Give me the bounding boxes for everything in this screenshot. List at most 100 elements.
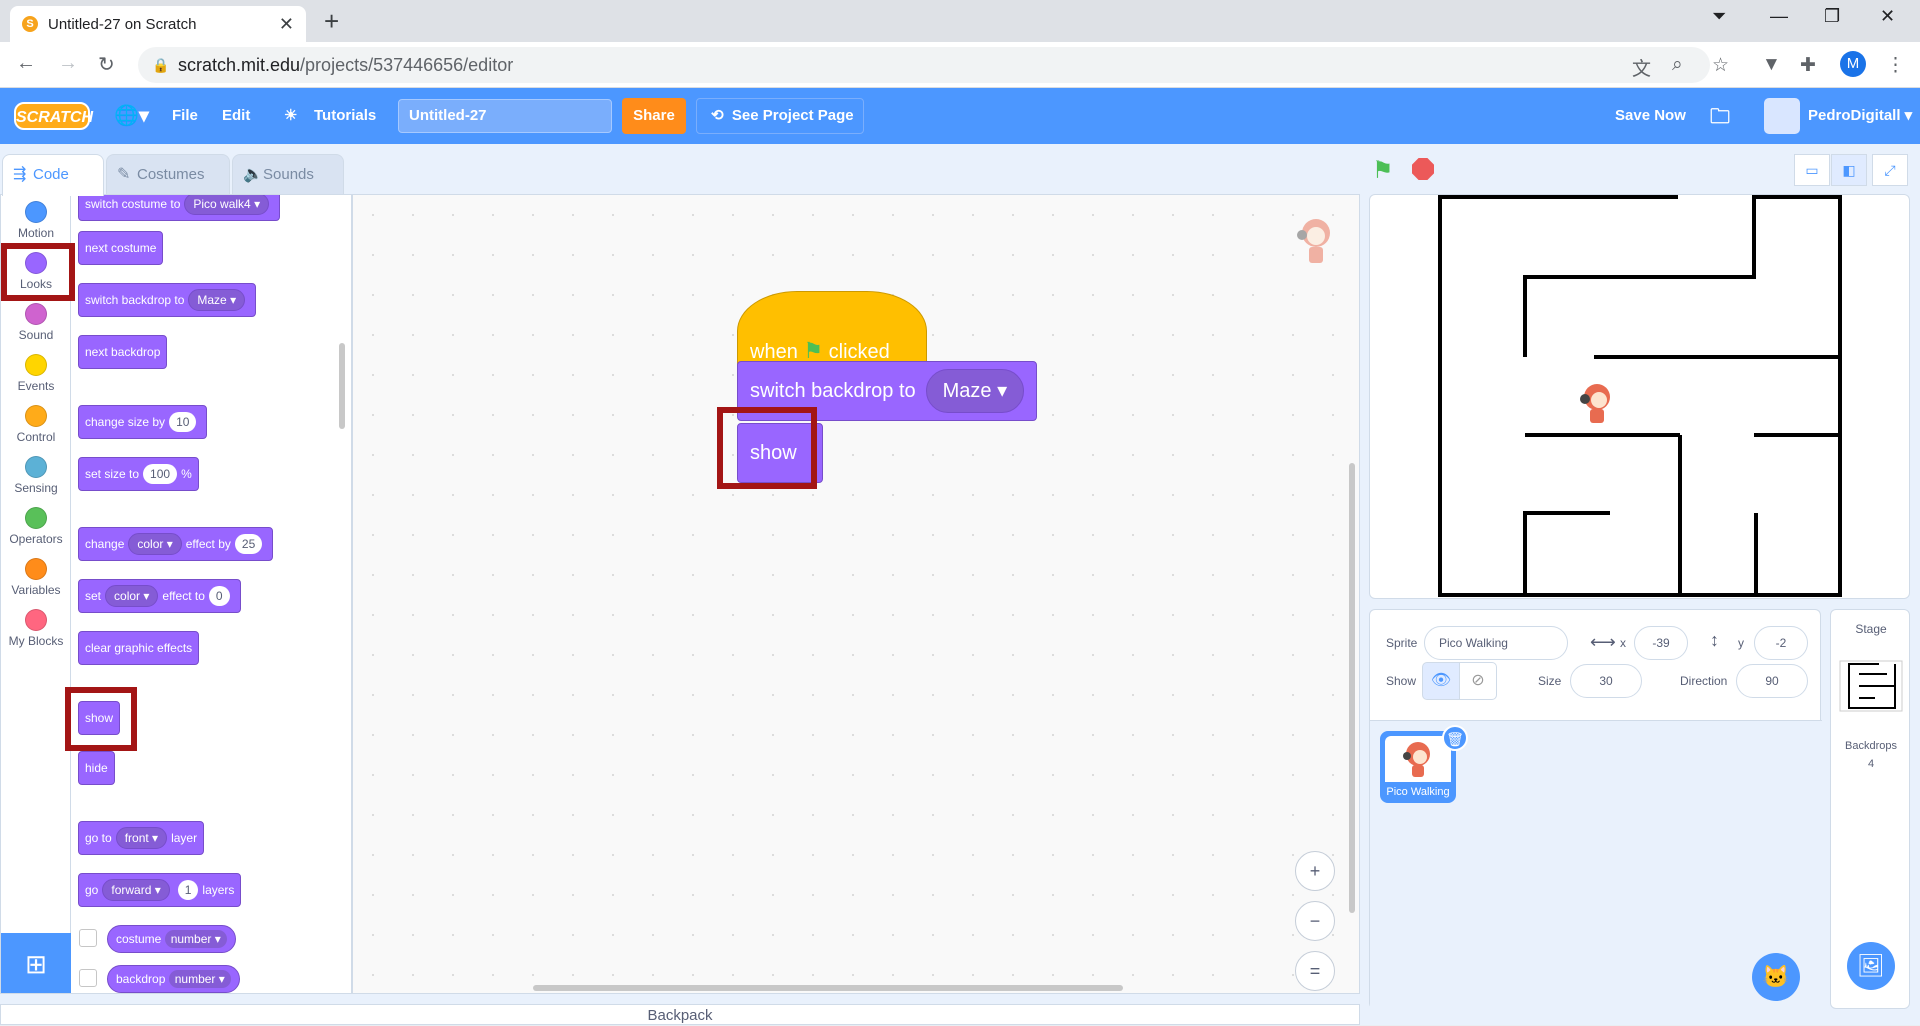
effect-to-input[interactable]: 0 <box>208 586 230 606</box>
y-input[interactable]: -2 <box>1754 626 1808 660</box>
see-project-page-button[interactable]: ⟲ See Project Page <box>696 98 864 134</box>
backdrop-number-dropdown[interactable]: number ▾ <box>168 970 231 988</box>
maximize-icon[interactable]: ❐ <box>1824 6 1840 27</box>
effect-by-input[interactable]: 25 <box>234 534 263 554</box>
browser-menu-icon[interactable]: ⋮ <box>1886 54 1905 77</box>
edit-menu[interactable]: Edit <box>222 88 250 144</box>
browser-tab[interactable]: S Untitled-27 on Scratch ✕ <box>10 6 306 42</box>
tutorials-lightbulb-icon[interactable]: ☀ <box>284 88 297 144</box>
layers-input[interactable]: 1 <box>177 880 199 900</box>
new-tab-icon[interactable]: + <box>324 6 339 36</box>
category-motion[interactable]: Motion <box>1 195 71 247</box>
project-title-input[interactable]: Untitled-27 <box>398 99 612 133</box>
puzzle-icon[interactable]: ✚ <box>1800 54 1816 77</box>
category-control[interactable]: Control <box>1 399 71 451</box>
category-label: Variables <box>11 583 61 597</box>
tab-sounds[interactable]: 🔈 Sounds <box>232 154 344 196</box>
share-button[interactable]: Share <box>622 98 686 134</box>
zoom-in-button[interactable]: + <box>1295 851 1335 891</box>
effect-dropdown[interactable]: color ▾ <box>128 533 182 555</box>
small-stage-button[interactable]: ▭ <box>1794 154 1830 186</box>
category-events[interactable]: Events <box>1 348 71 400</box>
next-backdrop-block[interactable]: next backdrop <box>78 335 168 369</box>
script-backdrop-dropdown[interactable]: Maze ▾ <box>925 369 1025 413</box>
url-field[interactable]: 🔒 scratch.mit.edu/projects/537446656/edi… <box>138 47 1710 83</box>
translate-icon[interactable]: 文 <box>1632 54 1651 81</box>
x-input[interactable]: -39 <box>1634 626 1688 660</box>
size-change-input[interactable]: 10 <box>169 412 197 432</box>
forward-icon[interactable]: → <box>58 52 78 75</box>
costume-checkbox[interactable] <box>79 929 97 947</box>
backpack-panel[interactable]: Backpack <box>0 1004 1360 1025</box>
effect-dropdown[interactable]: color ▾ <box>105 585 159 607</box>
change-effect-block[interactable]: change color ▾ effect by 25 <box>78 527 274 561</box>
close-tab-icon[interactable]: ✕ <box>279 14 294 35</box>
size-input[interactable]: 30 <box>1570 664 1642 698</box>
category-my-blocks[interactable]: My Blocks <box>1 603 71 655</box>
go-layers-block[interactable]: go forward ▾ 1 layers <box>78 873 242 907</box>
show-hidden-toggle[interactable]: ⊘ <box>1459 662 1497 700</box>
profile-avatar[interactable]: M <box>1840 51 1866 77</box>
normal-stage-button[interactable]: ◧ <box>1831 154 1867 186</box>
extension-icon[interactable]: ▼ <box>1762 54 1781 76</box>
clear-effects-block[interactable]: clear graphic effects <box>78 631 200 665</box>
stage-selector-panel[interactable]: Stage Backdrops 4 🖼 <box>1830 609 1910 1009</box>
green-flag-button[interactable]: ⚑ <box>1372 156 1394 185</box>
go-to-layer-block[interactable]: go to front ▾ layer <box>78 821 205 855</box>
tab-search-icon[interactable]: ⏷ <box>1712 6 1726 27</box>
bookmark-star-icon[interactable]: ☆ <box>1712 54 1729 77</box>
hide-block[interactable]: hide <box>78 751 115 785</box>
costume-number-dropdown[interactable]: number ▾ <box>164 930 227 948</box>
palette-scrollbar[interactable] <box>339 343 345 429</box>
category-sensing[interactable]: Sensing <box>1 450 71 502</box>
category-sound[interactable]: Sound <box>1 297 71 349</box>
change-size-block[interactable]: change size by 10 <box>78 405 208 439</box>
direction-dropdown[interactable]: forward ▾ <box>102 879 170 901</box>
category-variables[interactable]: Variables <box>1 552 71 604</box>
back-icon[interactable]: ← <box>16 52 36 75</box>
user-avatar[interactable] <box>1764 98 1800 134</box>
next-costume-block[interactable]: next costume <box>78 231 164 265</box>
zoom-out-button[interactable]: − <box>1295 901 1335 941</box>
fullscreen-button[interactable]: ⤢ <box>1872 154 1908 186</box>
zoom-reset-button[interactable]: = <box>1295 951 1335 991</box>
layer-dropdown[interactable]: front ▾ <box>115 827 168 849</box>
tutorials-menu[interactable]: Tutorials <box>314 88 376 144</box>
costume-dropdown[interactable]: Pico walk4 ▾ <box>184 195 270 215</box>
set-effect-block[interactable]: set color ▾ effect to 0 <box>78 579 241 613</box>
stage-canvas[interactable] <box>1369 194 1910 599</box>
language-globe-icon[interactable]: 🌐▾ <box>114 88 149 144</box>
workspace-vertical-scrollbar[interactable] <box>1349 463 1355 913</box>
minimize-icon[interactable]: — <box>1770 6 1788 27</box>
scratch-logo[interactable]: SCRATCH <box>14 102 93 130</box>
set-size-block[interactable]: set size to 100% <box>78 457 199 491</box>
choose-sprite-button[interactable]: 🐱 <box>1752 953 1800 1001</box>
my-stuff-folder-icon[interactable]: 🗀 <box>1710 102 1730 136</box>
delete-sprite-icon[interactable]: 🗑 <box>1442 725 1468 751</box>
backdrop-dropdown[interactable]: Maze ▾ <box>188 289 246 311</box>
costume-reporter[interactable]: costume number ▾ <box>107 925 236 953</box>
sprite-name-input[interactable]: Pico Walking <box>1424 626 1568 660</box>
backdrop-reporter[interactable]: backdrop number ▾ <box>107 965 240 993</box>
file-menu[interactable]: File <box>172 88 198 144</box>
username-menu[interactable]: PedroDigitall ▾ <box>1808 88 1912 144</box>
reload-icon[interactable]: ↻ <box>98 52 115 77</box>
category-operators[interactable]: Operators <box>1 501 71 553</box>
tab-costumes[interactable]: ✎ Costumes <box>106 154 230 196</box>
add-extension-button[interactable]: ⊞ <box>1 933 71 993</box>
workspace-horizontal-scrollbar[interactable] <box>533 985 1123 991</box>
backdrop-checkbox[interactable] <box>79 969 97 987</box>
script-workspace[interactable]: when ⚑ clicked switch backdrop to Maze ▾ … <box>352 194 1360 994</box>
choose-backdrop-button[interactable]: 🖼 <box>1847 942 1895 990</box>
close-window-icon[interactable]: ✕ <box>1880 6 1895 27</box>
switch-backdrop-block[interactable]: switch backdrop to Maze ▾ <box>78 283 257 317</box>
stop-button[interactable] <box>1412 158 1434 180</box>
size-input[interactable]: 100 <box>143 464 178 484</box>
zoom-icon[interactable]: ⌕ <box>1672 54 1683 76</box>
show-visible-toggle[interactable]: 👁 <box>1422 662 1460 700</box>
tab-code[interactable]: ⇶ Code <box>2 154 104 196</box>
direction-input[interactable]: 90 <box>1736 664 1808 698</box>
save-now-button[interactable]: Save Now <box>1615 88 1686 144</box>
sprite-list: Pico Walking 🗑 🐱 <box>1370 720 1822 1010</box>
switch-costume-block[interactable]: switch costume to Pico walk4 ▾ <box>78 195 281 221</box>
